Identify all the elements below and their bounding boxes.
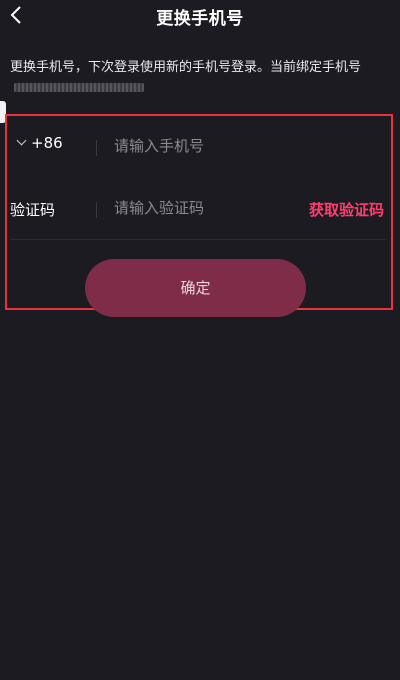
code-label: 验证码 [10,201,56,219]
phone-row: +86 [10,126,386,166]
country-code-label: +86 [31,134,63,152]
code-input[interactable] [114,192,284,224]
get-code-button[interactable]: 获取验证码 [309,199,384,220]
divider [96,202,97,218]
phone-input[interactable] [114,130,284,162]
description-label: 更换手机号，下次登录使用新的手机号登录。当前绑定手机号 [10,60,362,75]
chevron-down-icon [16,135,27,146]
divider [96,140,97,156]
code-row: 验证码 获取验证码 [10,188,386,228]
page-title: 更换手机号 [156,9,244,29]
change-phone-screen: 更换手机号 更换手机号，下次登录使用新的手机号登录。当前绑定手机号 +86 验证… [0,0,400,680]
row-divider [10,239,386,240]
masked-phone-number [14,83,144,92]
confirm-button[interactable]: 确定 [85,259,306,317]
description-text: 更换手机号，下次登录使用新的手机号登录。当前绑定手机号 [10,58,380,98]
country-code-selector[interactable]: +86 [16,134,63,152]
top-bar: 更换手机号 [0,0,400,34]
